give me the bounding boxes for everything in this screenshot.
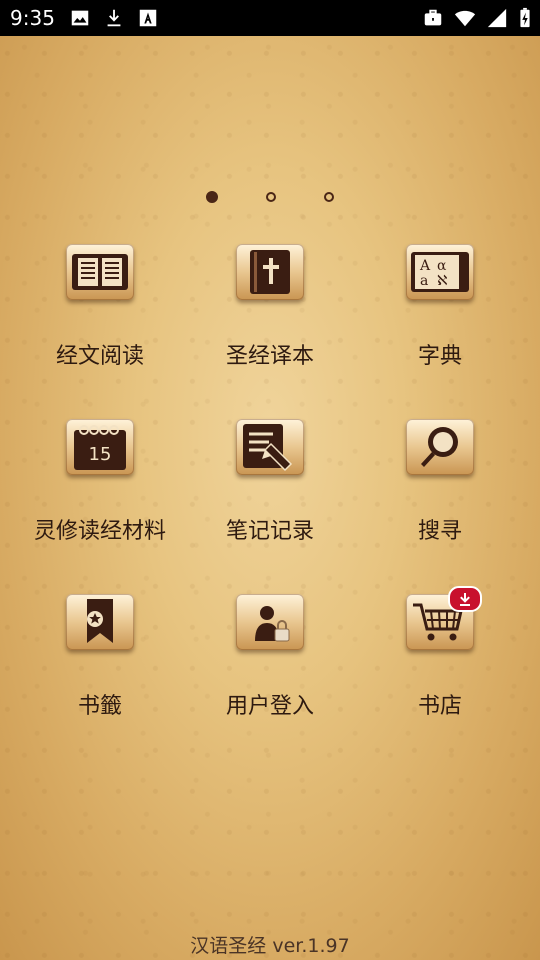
menu-item-bookstore[interactable]: 书店 — [355, 586, 525, 765]
menu-item-bible-versions[interactable]: 圣经译本 — [185, 240, 355, 415]
svg-text:α: α — [437, 258, 447, 274]
menu-item-search[interactable]: 搜寻 — [355, 415, 525, 590]
download-icon — [107, 9, 121, 27]
user-lock-icon — [236, 594, 304, 650]
menu-label: 经文阅读 — [55, 344, 144, 369]
menu-label: 笔记记录 — [225, 519, 314, 544]
status-time: 9:35 — [10, 6, 55, 30]
menu-label: 灵修读经材料 — [33, 519, 166, 544]
svg-text:15: 15 — [89, 444, 112, 465]
signal-icon — [487, 8, 507, 28]
menu-label: 书籤 — [77, 694, 122, 719]
magnifier-icon — [406, 419, 474, 475]
menu-item-devotional-materials[interactable]: 15 灵修读经材料 — [15, 415, 185, 590]
main-menu-grid: 经文阅读 圣经译本 Aαaℵ 字典 15 灵修读经材料 笔记记录 搜寻 书籤 用… — [15, 240, 525, 765]
menu-label: 字典 — [417, 344, 462, 369]
menu-item-user-login[interactable]: 用户登入 — [185, 590, 355, 765]
page-dot-1[interactable] — [206, 191, 218, 203]
svg-text:ℵ: ℵ — [437, 273, 447, 289]
svg-text:A: A — [419, 258, 431, 274]
menu-item-dictionary[interactable]: Aαaℵ 字典 — [355, 240, 525, 415]
page-indicator — [0, 191, 540, 203]
menu-label: 书店 — [417, 694, 462, 719]
shopping-cart-icon — [406, 586, 482, 650]
briefcase-icon — [424, 9, 442, 26]
svg-text:a: a — [420, 273, 428, 289]
menu-item-bookmarks[interactable]: 书籤 — [15, 590, 185, 765]
version-footer: 汉语圣经 ver.1.97 — [190, 935, 350, 957]
notepad-pencil-icon — [236, 419, 304, 475]
calendar-15-icon: 15 — [66, 419, 134, 475]
menu-label: 用户登入 — [225, 694, 314, 719]
menu-label: 搜寻 — [417, 519, 462, 544]
status-bar: 9:35 — [0, 0, 540, 36]
menu-item-scripture-reading[interactable]: 经文阅读 — [15, 240, 185, 415]
page-dot-3[interactable] — [324, 192, 334, 202]
menu-label: 圣经译本 — [225, 344, 314, 369]
bible-cross-icon — [236, 244, 304, 300]
dictionary-icon: Aαaℵ — [406, 244, 474, 300]
menu-item-notes[interactable]: 笔记记录 — [185, 415, 355, 590]
battery-charging-icon — [520, 7, 530, 28]
image-icon — [71, 10, 89, 26]
bookmark-icon — [66, 594, 134, 650]
page-dot-2[interactable] — [266, 192, 276, 202]
open-book-icon — [66, 244, 134, 300]
wifi-icon — [454, 10, 476, 27]
download-badge-icon — [448, 586, 482, 612]
font-a-icon — [139, 9, 157, 27]
